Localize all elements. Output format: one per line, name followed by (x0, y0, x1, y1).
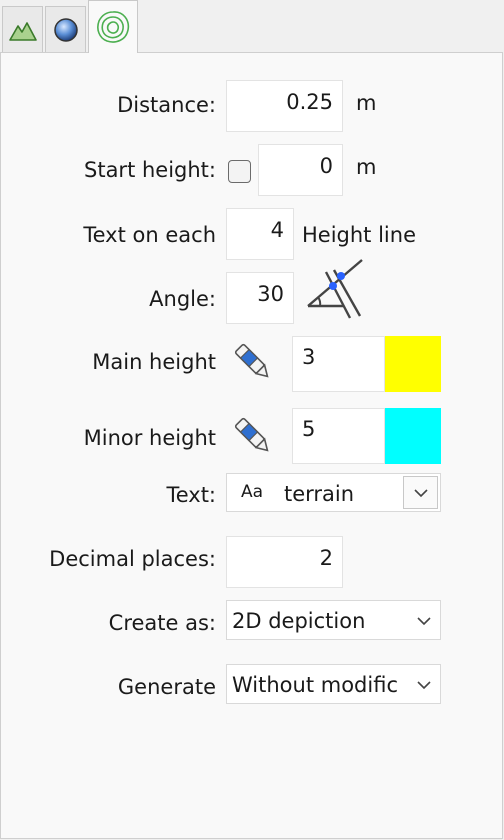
text-font-value: terrain (284, 482, 355, 506)
main-height-input[interactable]: 3 (292, 336, 385, 392)
height-line-label: Height line (302, 223, 416, 247)
chevron-down-icon (417, 681, 431, 690)
text-font-dropdown-button[interactable] (403, 476, 438, 509)
create-as-label: Create as: (108, 611, 216, 635)
main-height-label: Main height (92, 350, 216, 374)
text-on-each-label: Text on each (83, 223, 216, 247)
text-font-select[interactable]: Aa terrain (226, 473, 441, 512)
decimal-places-input[interactable]: 2 (226, 536, 343, 588)
minor-height-label: Minor height (83, 426, 216, 450)
minor-height-color-swatch[interactable] (385, 408, 441, 464)
minor-height-input[interactable]: 5 (292, 408, 385, 464)
distance-input[interactable]: 0.25 (226, 80, 343, 132)
text-label: Text: (166, 483, 216, 507)
mountain-icon (8, 21, 37, 41)
create-as-select[interactable]: 2D depiction (226, 600, 441, 640)
start-height-unit: m (356, 155, 377, 179)
main-height-color-swatch[interactable] (385, 336, 441, 392)
start-height-checkbox[interactable] (228, 160, 251, 183)
generate-value: Without modific (232, 673, 398, 697)
generate-label: Generate (117, 675, 216, 699)
tab-terrain[interactable] (2, 6, 43, 52)
chevron-down-icon (417, 617, 431, 626)
create-as-value: 2D depiction (232, 609, 366, 633)
angle-diagram-icon (307, 259, 363, 319)
distance-unit: m (356, 91, 377, 115)
font-icon: Aa (241, 482, 264, 502)
generate-select[interactable]: Without modific (226, 664, 441, 704)
text-on-each-input[interactable]: 4 (226, 208, 294, 260)
decimal-places-label: Decimal places: (49, 547, 216, 571)
distance-label: Distance: (117, 93, 216, 117)
start-height-label: Start height: (84, 158, 216, 182)
sphere-icon (53, 17, 78, 42)
chevron-down-icon (414, 489, 428, 498)
pencil-icon[interactable] (233, 342, 275, 384)
tab-contour-lines[interactable] (88, 0, 138, 53)
angle-input[interactable]: 30 (226, 272, 294, 324)
tab-sphere[interactable] (45, 6, 86, 52)
angle-label: Angle: (149, 287, 216, 311)
start-height-input[interactable]: 0 (258, 144, 343, 196)
pencil-icon[interactable] (233, 416, 275, 458)
tab-bar (0, 0, 504, 53)
contour-lines-icon (97, 11, 130, 43)
